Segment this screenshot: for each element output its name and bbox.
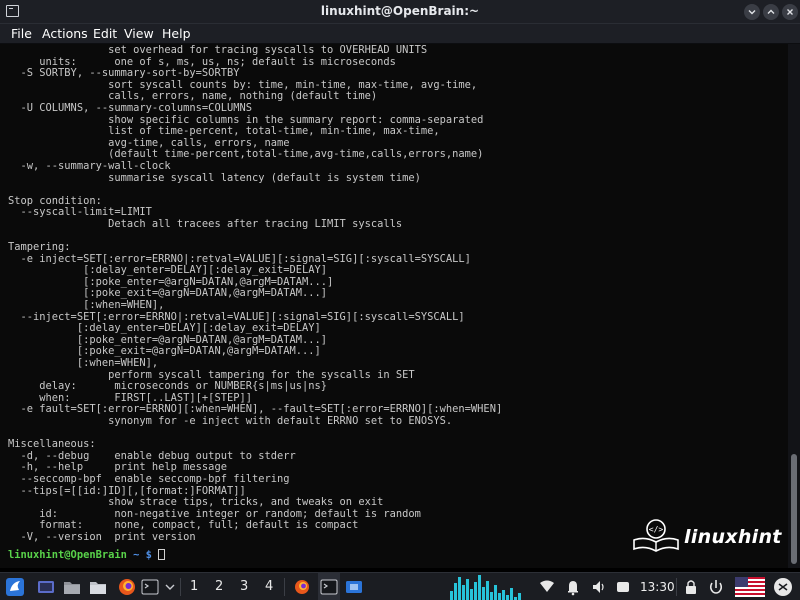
text-cursor	[158, 549, 166, 560]
lock-icon	[686, 580, 696, 594]
workspace-2[interactable]: 2	[215, 579, 223, 594]
terminal-icon	[141, 579, 159, 595]
task-firefox[interactable]	[292, 573, 312, 600]
bell-icon	[568, 581, 578, 596]
task-screenshot[interactable]	[344, 573, 364, 600]
terminal-line: Tampering:	[8, 241, 71, 254]
prompt-line[interactable]: linuxhint@OpenBrain ~ $	[8, 549, 166, 562]
desktop-icon	[38, 581, 54, 593]
chevron-up-icon	[767, 9, 775, 14]
terminal-line: [:when=WHEN],	[8, 299, 165, 312]
app-menu-button[interactable]	[4, 573, 26, 600]
svg-text:</>: </>	[649, 525, 664, 534]
menu-actions[interactable]: Actions	[42, 26, 88, 41]
menu-help[interactable]: Help	[162, 26, 191, 41]
menu-bar: File Actions Edit View Help	[0, 24, 800, 44]
logout-button[interactable]	[706, 573, 726, 600]
terminal-line: summarise syscall latency (default is sy…	[8, 171, 421, 184]
scrollbar-thumb[interactable]	[791, 454, 797, 564]
terminal-line: [:when=WHEN],	[8, 357, 159, 370]
firefox-launcher[interactable]	[116, 573, 138, 600]
taskbar: 1 2 3 4 13:30	[0, 572, 800, 600]
logo-book-icon: </>	[633, 519, 679, 552]
user-badge-icon	[774, 578, 792, 596]
browser-launcher[interactable]	[88, 573, 108, 600]
terminal-launcher[interactable]	[140, 573, 160, 600]
wifi-icon	[540, 580, 554, 592]
clock[interactable]: 13:30	[640, 580, 675, 594]
battery-icon	[617, 582, 629, 592]
terminal-line: show strace tips, tricks, and tweaks on …	[8, 496, 384, 509]
terminal-line: set overhead for tracing syscalls to OVE…	[8, 44, 428, 56]
system-monitor-graph[interactable]	[392, 573, 532, 600]
workspace-4[interactable]: 4	[265, 579, 273, 594]
firefox-icon	[119, 579, 135, 595]
close-button[interactable]	[782, 4, 798, 20]
terminal-line: -w, --summary-wall-clock	[8, 159, 171, 172]
chevron-down-icon	[748, 10, 756, 15]
workspace-3[interactable]: 3	[240, 579, 248, 594]
show-desktop-button[interactable]	[36, 573, 56, 600]
terminal-scrollbar[interactable]	[788, 44, 800, 568]
power-status[interactable]	[614, 573, 632, 600]
chevron-down-icon	[165, 584, 175, 590]
terminal-line: -U COLUMNS, --summary-columns=COLUMNS	[8, 101, 252, 114]
terminal-output-area[interactable]: set overhead for tracing syscalls to OVE…	[0, 44, 788, 568]
maximize-button[interactable]	[763, 4, 779, 20]
volume-control[interactable]	[590, 573, 608, 600]
terminal-line: synonym for -e inject with default ERRNO…	[8, 415, 453, 427]
notifications-button[interactable]	[564, 573, 582, 600]
logout-icon	[709, 580, 723, 594]
terminal-line: list of time-percent, total-time, min-ti…	[8, 125, 440, 138]
menu-file[interactable]: File	[11, 26, 32, 41]
taskbar-separator	[284, 578, 285, 596]
user-menu[interactable]	[770, 573, 796, 600]
taskbar-separator	[676, 578, 677, 596]
folder-icon	[90, 582, 106, 594]
taskbar-separator	[180, 578, 181, 596]
folder-icon	[64, 582, 80, 594]
close-icon	[787, 9, 793, 15]
minimize-button[interactable]	[744, 4, 760, 20]
menu-edit[interactable]: Edit	[93, 26, 117, 41]
us-flag-icon	[735, 577, 765, 597]
terminal-text: set overhead for tracing syscalls to OVE…	[8, 44, 502, 544]
window-title: linuxhint@OpenBrain:~	[320, 4, 480, 18]
dragon-menu-icon	[6, 578, 24, 596]
logo-wordmark: linuxhint	[684, 526, 782, 548]
activity-graph-icon	[392, 573, 532, 600]
linuxhint-logo: </> linuxhint	[630, 518, 782, 558]
terminal-line: Detach all tracees after tracing LIMIT s…	[8, 217, 403, 230]
terminal-icon	[320, 579, 338, 595]
task-terminal-active[interactable]	[318, 573, 340, 600]
files-launcher[interactable]	[62, 573, 82, 600]
workspace-1[interactable]: 1	[190, 579, 198, 594]
screenshot-icon	[346, 581, 362, 593]
terminal-line: -V, --version print version	[8, 530, 196, 543]
title-bar: linuxhint@OpenBrain:~	[0, 0, 800, 24]
firefox-icon	[295, 580, 309, 594]
terminal-line: --seccomp-bpf enable seccomp-bpf filteri…	[8, 472, 290, 485]
keyboard-layout[interactable]	[734, 573, 766, 600]
network-status[interactable]	[538, 573, 556, 600]
volume-icon	[593, 581, 604, 593]
lock-screen-button[interactable]	[682, 573, 700, 600]
menu-view[interactable]: View	[124, 26, 154, 41]
launcher-menu-toggle[interactable]	[163, 573, 177, 600]
prompt-user: linuxhint@OpenBrain	[8, 549, 127, 561]
